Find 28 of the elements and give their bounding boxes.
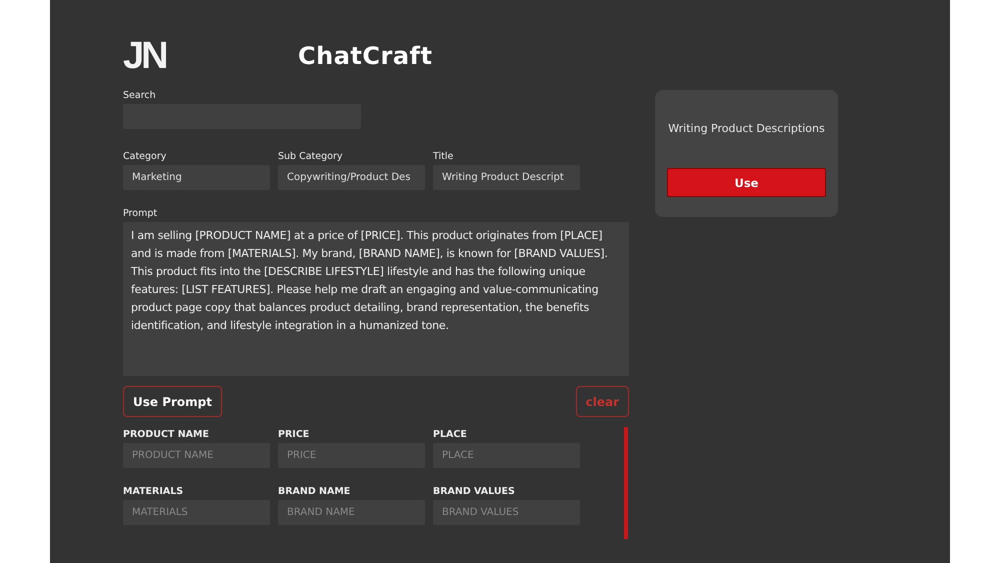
variable-label: BRAND VALUES (433, 486, 516, 497)
prompt-textarea[interactable]: I am selling [PRODUCT NAME] at a price of [PRICE]. This product originates from [PLACE] and is made from [MATERIALS]. My brand, [BRAND NAME], is known for [BRAND VALUES]. This product fits into the [DESCRIBE LIFESTYLE] lifestyle and has the following unique features: [LIST FEATURES]. Please help me draft an engaging and value-communicating product page copy that balances product detailing, brand representation, the benefits identification, and lifestyle integration in a humanized tone. (123, 222, 629, 376)
variable-input[interactable]: BRAND NAME (278, 500, 425, 525)
variable-input[interactable]: PLACE (433, 443, 580, 468)
variable-input[interactable]: PRICE (278, 443, 425, 468)
use-button[interactable]: Use (667, 168, 826, 197)
variable-label: MATERIALS (123, 486, 184, 497)
clear-button[interactable]: clear (576, 386, 629, 417)
field-label: Title (433, 151, 454, 162)
scrollbar[interactable] (624, 427, 628, 539)
field-label: Prompt (123, 208, 158, 219)
variable-label: BRAND NAME (278, 486, 352, 497)
variable-label: PRODUCT NAME (123, 429, 210, 440)
select-field[interactable]: Copywriting/Product Des (278, 165, 425, 190)
variable-input[interactable]: PRODUCT NAME (123, 443, 270, 468)
select-field[interactable]: Marketing (123, 165, 270, 190)
field-label: Sub Category (278, 151, 344, 162)
app-title: ChatCraft (298, 42, 432, 70)
variable-label: PLACE (433, 429, 468, 440)
card-title: Writing Product Descriptions (668, 121, 825, 137)
field-label: Search (123, 90, 157, 101)
variable-label: PRICE (278, 429, 310, 440)
logo: JN (123, 38, 167, 74)
select-field[interactable]: Writing Product Descript (433, 165, 580, 190)
variable-input[interactable]: BRAND VALUES (433, 500, 580, 525)
variable-input[interactable]: MATERIALS (123, 500, 270, 525)
use-prompt-button[interactable]: Use Prompt (123, 386, 222, 417)
field-label: Category (123, 151, 168, 162)
